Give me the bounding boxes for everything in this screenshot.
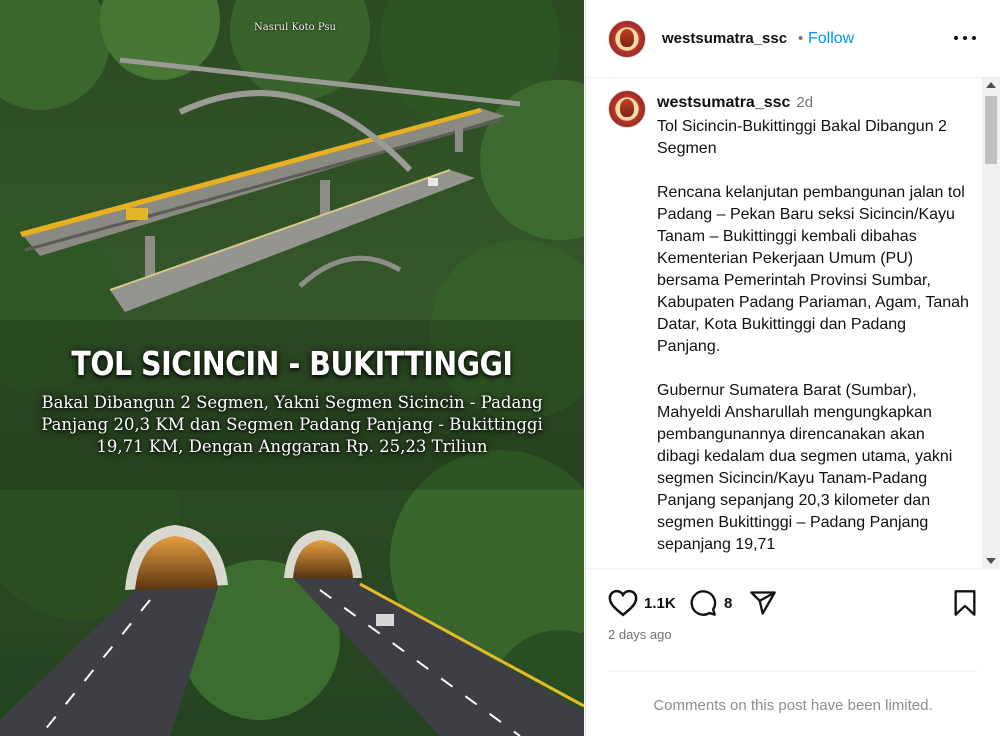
action-bar: 1.1K 8 2 days ago Comments on this post … (586, 568, 1000, 736)
like-count[interactable]: 1.1K (644, 595, 676, 612)
bookmark-icon[interactable] (952, 589, 978, 617)
caption-area[interactable]: westsumatra_ssc 2d Tol Sicincin-Bukitting… (586, 78, 1000, 568)
share-icon[interactable] (748, 589, 778, 617)
comment-count[interactable]: 8 (724, 595, 732, 612)
caption-avatar[interactable] (608, 90, 646, 128)
scroll-up-icon[interactable] (986, 82, 996, 88)
caption-text: Tol Sicincin-Bukittinggi Bakal Dibangun … (657, 118, 969, 553)
more-horizontal-icon[interactable] (952, 26, 978, 48)
follow-button[interactable]: Follow (808, 30, 854, 48)
separator-dot: • (798, 30, 804, 47)
scrollbar[interactable] (982, 78, 1000, 568)
heart-icon[interactable] (608, 589, 638, 617)
caption-age[interactable]: 2d (796, 94, 813, 111)
image-subline: Bakal Dibangun 2 Segmen, Yakni Segmen Si… (41, 393, 543, 456)
post-header: westsumatra_ssc • Follow (586, 0, 1000, 78)
scrollbar-thumb[interactable] (985, 96, 997, 164)
caption-username[interactable]: westsumatra_ssc (657, 94, 790, 111)
scroll-down-icon[interactable] (986, 558, 996, 564)
comments-limited-notice: Comments on this post have been limited. (608, 671, 978, 714)
image-credit: Nasrul Koto Psu (254, 22, 336, 33)
post-image[interactable]: Nasrul Koto Psu TOL SICINCIN - BUKITTING… (0, 0, 584, 736)
caption-header: westsumatra_ssc 2d (657, 94, 813, 112)
image-headline: TOL SICINCIN - BUKITTINGGI (71, 344, 513, 383)
comment-icon[interactable] (689, 589, 717, 617)
post-timestamp[interactable]: 2 days ago (608, 627, 672, 642)
avatar[interactable] (608, 20, 646, 58)
header-username[interactable]: westsumatra_ssc (662, 30, 787, 47)
post-sidebar: westsumatra_ssc • Follow westsumatra_ssc… (585, 0, 1000, 736)
